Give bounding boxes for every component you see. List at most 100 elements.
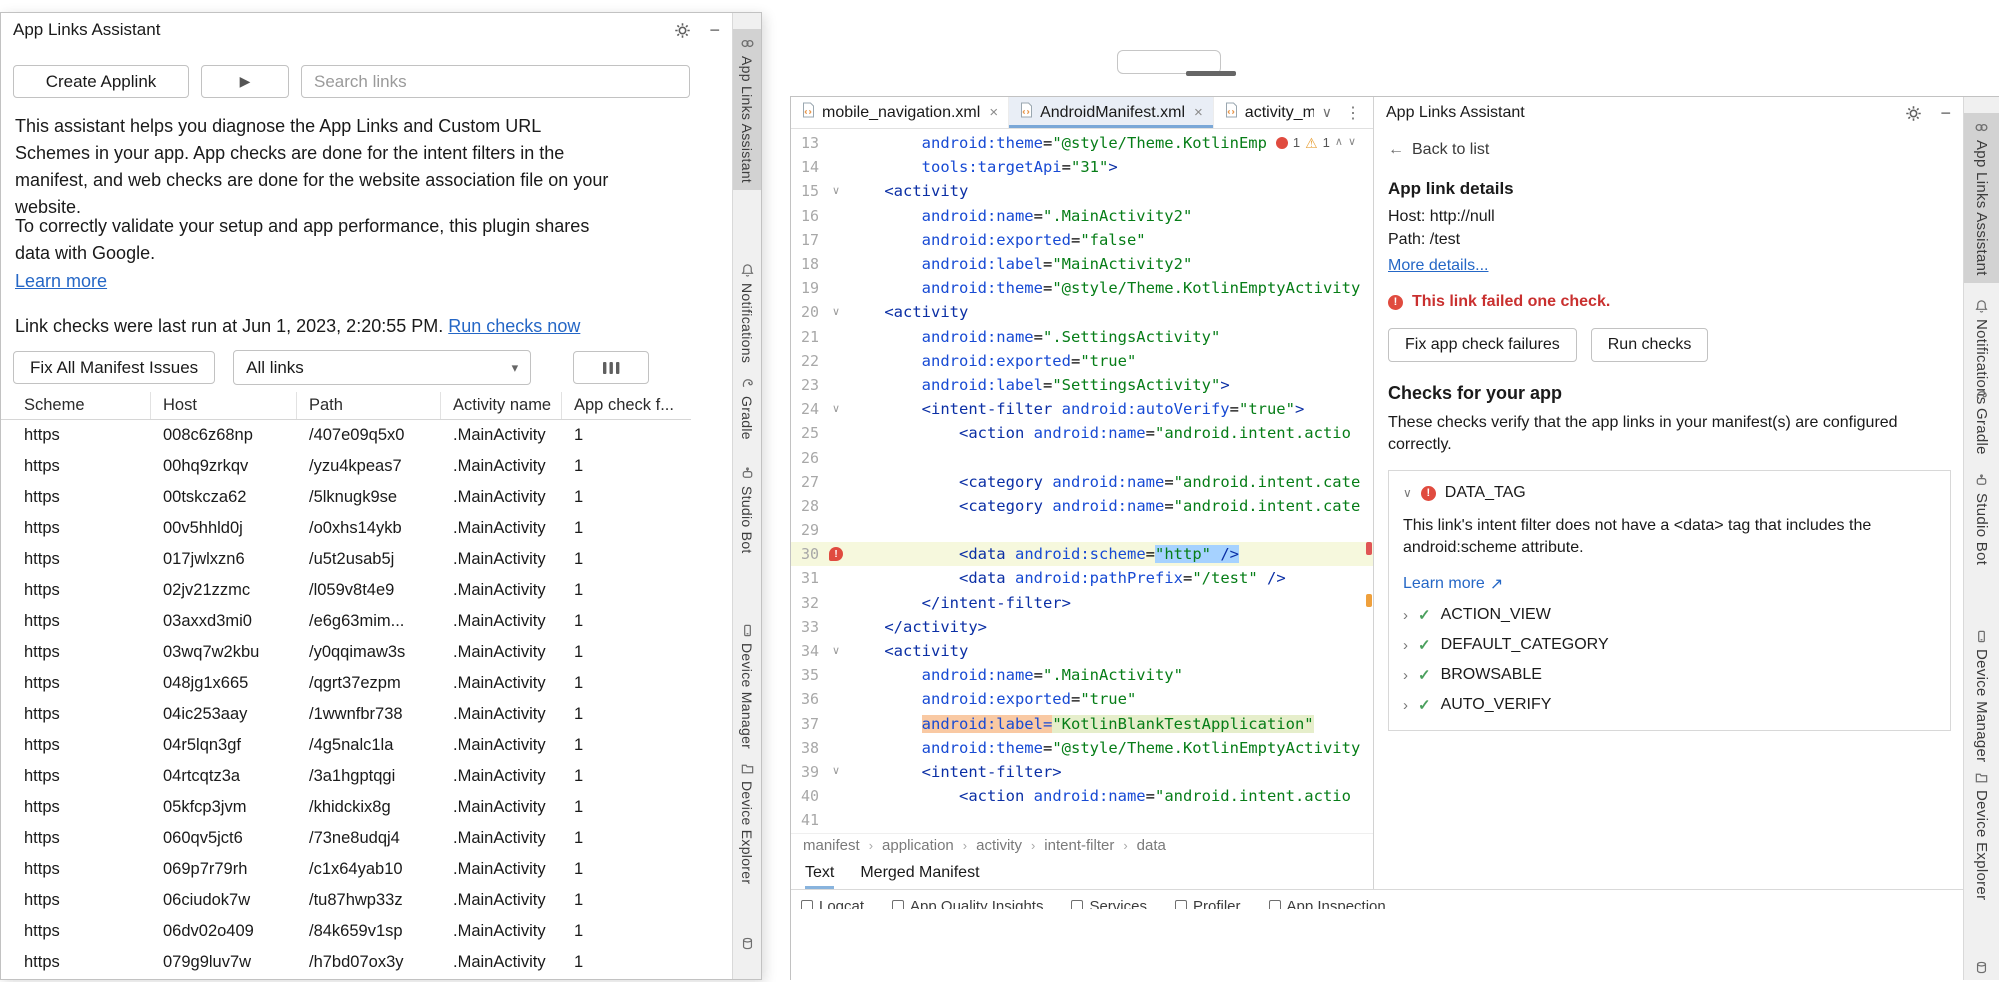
table-row[interactable]: https04rtcqtz3a/3a1hgptqgi.MainActivity1 (1, 761, 691, 792)
fold-icon[interactable]: ∨ (832, 766, 840, 777)
close-icon[interactable]: × (1194, 104, 1203, 121)
back-to-list-link[interactable]: ← Back to list (1388, 141, 1489, 159)
arrow-left-icon: ← (1388, 141, 1404, 159)
table-row[interactable]: https05kfcp3jvm/khidckix8g.MainActivity1 (1, 792, 691, 823)
editor-mode-tab-merged-manifest[interactable]: Merged Manifest (860, 857, 979, 889)
fix-app-check-failures-button[interactable]: Fix app check failures (1388, 328, 1577, 362)
tool-strip-item-studio-bot[interactable]: Studio Bot (733, 459, 761, 561)
tool-strip-item-app-links-assistant[interactable]: App Links Assistant (1964, 113, 1999, 283)
check-item-auto_verify[interactable]: ›✓AUTO_VERIFY (1403, 696, 1936, 714)
hidden-tabs-chevron-icon[interactable]: ∨ (1322, 104, 1332, 121)
table-row[interactable]: https02jv21zzmc/l059v8t4e9.MainActivity1 (1, 575, 691, 606)
code-line-29: 29 (791, 518, 1373, 542)
column-header-scheme[interactable]: Scheme (1, 392, 151, 419)
tool-strip-bottom-icon[interactable] (1964, 953, 1999, 982)
column-header-host[interactable]: Host (151, 392, 297, 419)
check-item-data-tag[interactable]: ∨ ! DATA_TAG (1403, 484, 1936, 502)
table-row[interactable]: https048jg1x665/qgrt37ezpm.MainActivity1 (1, 668, 691, 699)
run-checks-button[interactable]: Run checks (1591, 328, 1709, 362)
tool-strip-item-studio-bot[interactable]: Studio Bot (1964, 466, 1999, 572)
column-header-activity[interactable]: Activity name (441, 392, 562, 419)
chevron-down-icon[interactable]: ∨ (1348, 137, 1356, 148)
tool-strip-item-app-links-assistant[interactable]: App Links Assistant (733, 29, 761, 190)
run-checks-now-link[interactable]: Run checks now (448, 316, 580, 336)
breadcrumb-item-application[interactable]: application (882, 837, 954, 854)
tool-strip-item-device-explorer[interactable]: Device Explorer (1964, 763, 1999, 907)
column-header-app-check[interactable]: App check f... (562, 392, 691, 419)
table-row[interactable]: https03axxd3mi0/e6g63mim....MainActivity… (1, 606, 691, 637)
breadcrumb-item-data[interactable]: data (1137, 837, 1166, 854)
bottom-tool-button-profiler[interactable]: Profiler (1175, 890, 1241, 909)
editor-tab-activity-m[interactable]: activity_m (1214, 97, 1314, 128)
learn-more-link[interactable]: Learn more (15, 271, 107, 291)
more-details-link[interactable]: More details... (1388, 257, 1488, 274)
bottom-tool-button-app-quality-insights[interactable]: App Quality Insights (892, 890, 1043, 909)
check-label: ACTION_VIEW (1441, 606, 1551, 624)
table-row[interactable]: https06dv02o409/84k659v1sp.MainActivity1 (1, 916, 691, 947)
fix-all-manifest-issues-button[interactable]: Fix All Manifest Issues (13, 351, 215, 384)
minimize-icon[interactable]: − (1940, 104, 1951, 122)
gear-icon[interactable] (1905, 105, 1922, 122)
editor-tab-androidmanifest-xml[interactable]: AndroidManifest.xml× (1009, 97, 1214, 128)
line-number: 34 (791, 639, 825, 663)
table-row[interactable]: https04r5lqn3gf/4g5nalc1la.MainActivity1 (1, 730, 691, 761)
line-number: 32 (791, 591, 825, 615)
table-row[interactable]: https008c6z68np/407e09q5x0.MainActivity1 (1, 420, 691, 451)
table-row[interactable]: https017jwlxzn6/u5t2usab5j.MainActivity1 (1, 544, 691, 575)
breadcrumb-item-intent-filter[interactable]: intent-filter (1044, 837, 1114, 854)
table-row[interactable]: https079g9luv7w/h7bd07ox3y.MainActivity1 (1, 947, 691, 978)
tab-options-kebab-icon[interactable]: ⋮ (1345, 103, 1361, 123)
fold-icon[interactable]: ∨ (832, 646, 840, 657)
line-number: 31 (791, 566, 825, 590)
scrollbar-error-mark[interactable] (1366, 542, 1372, 555)
gear-icon[interactable] (674, 22, 691, 39)
tool-strip-item-device-manager[interactable]: Device Manager (733, 616, 761, 756)
breadcrumb-item-manifest[interactable]: manifest (803, 837, 860, 854)
bottom-tool-button-logcat[interactable]: Logcat (801, 890, 864, 909)
table-row[interactable]: https069p7r79rh/c1x64yab10.MainActivity1 (1, 854, 691, 885)
check-item-action_view[interactable]: ›✓ACTION_VIEW (1403, 606, 1936, 624)
line-number: 29 (791, 518, 825, 542)
external-link-icon: ↗ (1490, 574, 1503, 594)
breadcrumb-item-activity[interactable]: activity (976, 837, 1022, 854)
table-row[interactable]: https060qv5jct6/73ne8udqj4.MainActivity1 (1, 823, 691, 854)
column-header-path[interactable]: Path (297, 392, 441, 419)
minimize-icon[interactable]: − (709, 21, 720, 39)
tool-strip-item-notifications[interactable]: Notifications (733, 256, 761, 370)
run-button[interactable]: ▶ (201, 65, 289, 98)
fold-icon[interactable]: ∨ (832, 307, 840, 318)
editor-tab-mobile-navigation-xml[interactable]: mobile_navigation.xml× (791, 97, 1009, 128)
tool-strip-item-device-manager[interactable]: Device Manager (1964, 622, 1999, 769)
bottom-tool-button-services[interactable]: Services (1071, 890, 1147, 909)
learn-more-link[interactable]: Learn more (1403, 575, 1485, 593)
table-row[interactable]: https04ic253aay/1wwnfbr738.MainActivity1 (1, 699, 691, 730)
check-item-default_category[interactable]: ›✓DEFAULT_CATEGORY (1403, 636, 1936, 654)
table-cell: 03wq7w2kbu (151, 637, 297, 668)
configure-columns-button[interactable] (573, 351, 649, 384)
fold-icon[interactable]: ∨ (832, 186, 840, 197)
code-editor[interactable]: 1 ⚠ 1 ∧ ∨ 13 android:theme="@style/Theme… (791, 129, 1373, 833)
bottom-tool-button-app-inspection[interactable]: App Inspection (1269, 890, 1386, 909)
check-item-browsable[interactable]: ›✓BROWSABLE (1403, 666, 1936, 684)
editor-mode-tab-text[interactable]: Text (805, 857, 834, 889)
tool-strip-item-device-explorer[interactable]: Device Explorer (733, 754, 761, 891)
create-applink-button[interactable]: Create Applink (13, 65, 189, 98)
search-input[interactable] (301, 65, 690, 98)
close-icon[interactable]: × (989, 104, 998, 121)
line-number: 16 (791, 204, 825, 228)
link-filter-dropdown[interactable]: All links ▾ (233, 350, 531, 385)
table-row[interactable]: https00v5hhld0j/o0xhs14ykb.MainActivity1 (1, 513, 691, 544)
inspection-widget[interactable]: 1 ⚠ 1 ∧ ∨ (1269, 133, 1363, 152)
table-row[interactable]: https03wq7w2kbu/y0qqimaw3s.MainActivity1 (1, 637, 691, 668)
scrollbar-warning-mark[interactable] (1366, 594, 1372, 607)
table-row[interactable]: https00tskcza62/5lknugk9se.MainActivity1 (1, 482, 691, 513)
tool-strip-item-gradle[interactable]: Gradle (1964, 381, 1999, 462)
error-gutter-icon[interactable]: ! (829, 547, 843, 561)
tool-strip-item-gradle[interactable]: Gradle (733, 369, 761, 447)
tool-strip-bottom-icon[interactable] (733, 929, 761, 958)
table-row[interactable]: https00hq9zrkqv/yzu4kpeas7.MainActivity1 (1, 451, 691, 482)
table-row[interactable]: https06ciudok7w/tu87hwp33z.MainActivity1 (1, 885, 691, 916)
fold-icon[interactable]: ∨ (832, 404, 840, 415)
chevron-up-icon[interactable]: ∧ (1335, 137, 1343, 148)
table-cell: 1 (562, 482, 691, 513)
